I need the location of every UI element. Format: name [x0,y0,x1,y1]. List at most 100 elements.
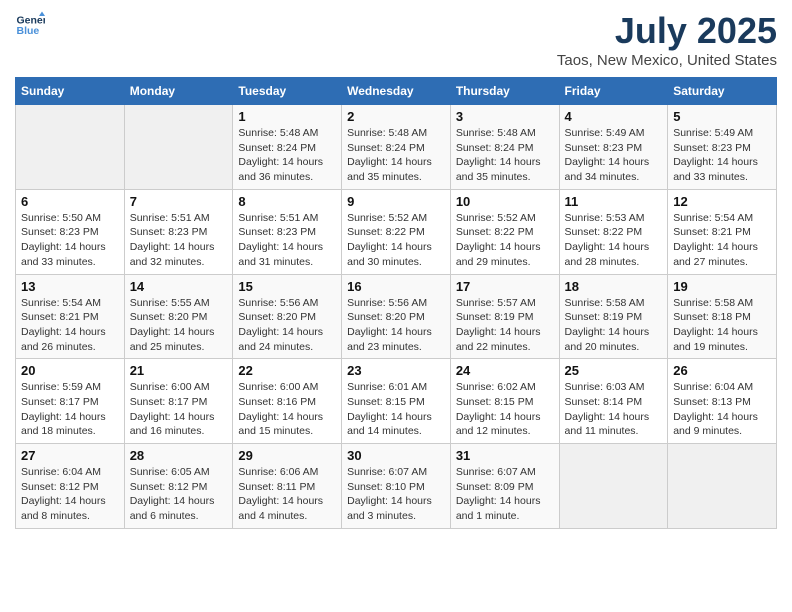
calendar-cell: 13Sunrise: 5:54 AMSunset: 8:21 PMDayligh… [16,274,125,359]
header-friday: Friday [559,78,668,105]
title-block: July 2025 Taos, New Mexico, United State… [557,10,777,69]
calendar-cell: 16 Sunrise: 5:56 AMSunset: 8:20 PMDayligh… [342,274,451,359]
day-info: Sunrise: 6:06 AMSunset: 8:11 PMDaylight:… [238,465,336,524]
day-number: 3 [456,109,554,124]
calendar-cell: 15 Sunrise: 5:56 AMSunset: 8:20 PMDayligh… [233,274,342,359]
calendar-week-2: 6 Sunrise: 5:50 AMSunset: 8:23 PMDaylight… [16,189,777,274]
calendar-cell: 1Sunrise: 5:48 AMSunset: 8:24 PMDaylight… [233,105,342,190]
calendar-cell: 4 Sunrise: 5:49 AMSunset: 8:23 PMDaylight… [559,105,668,190]
header-monday: Monday [124,78,233,105]
day-number: 6 [21,194,119,209]
day-info: Sunrise: 5:48 AMSunset: 8:24 PMDaylight:… [347,126,445,185]
day-info: Sunrise: 6:04 AMSunset: 8:13 PMDaylight:… [673,380,771,439]
day-number: 8 [238,194,336,209]
day-info: Sunrise: 5:53 AMSunset: 8:22 PMDaylight:… [565,211,663,270]
day-info: Sunrise: 5:54 AMSunset: 8:21 PMDaylight:… [21,296,119,355]
calendar-cell: 21 Sunrise: 6:00 AMSunset: 8:17 PMDayligh… [124,359,233,444]
day-info: Sunrise: 6:03 AMSunset: 8:14 PMDaylight:… [565,380,663,439]
calendar-cell: 19 Sunrise: 5:58 AMSunset: 8:18 PMDayligh… [668,274,777,359]
day-number: 19 [673,279,771,294]
day-info: Sunrise: 5:54 AMSunset: 8:21 PMDaylight:… [673,211,771,270]
calendar-cell: 12 Sunrise: 5:54 AMSunset: 8:21 PMDayligh… [668,189,777,274]
day-number: 4 [565,109,663,124]
day-number: 2 [347,109,445,124]
day-info: Sunrise: 5:49 AMSunset: 8:23 PMDaylight:… [673,126,771,185]
header-thursday: Thursday [450,78,559,105]
day-info: Sunrise: 6:00 AMSunset: 8:17 PMDaylight:… [130,380,228,439]
day-number: 9 [347,194,445,209]
calendar-cell: 29 Sunrise: 6:06 AMSunset: 8:11 PMDayligh… [233,444,342,529]
day-number: 15 [238,279,336,294]
day-number: 20 [21,363,119,378]
day-number: 29 [238,448,336,463]
day-info: Sunrise: 6:02 AMSunset: 8:15 PMDaylight:… [456,380,554,439]
calendar-cell: 23Sunrise: 6:01 AMSunset: 8:15 PMDayligh… [342,359,451,444]
day-number: 21 [130,363,228,378]
subtitle: Taos, New Mexico, United States [557,52,777,69]
day-info: Sunrise: 6:00 AMSunset: 8:16 PMDaylight:… [238,380,336,439]
calendar-cell: 10Sunrise: 5:52 AMSunset: 8:22 PMDayligh… [450,189,559,274]
day-number: 24 [456,363,554,378]
day-info: Sunrise: 6:05 AMSunset: 8:12 PMDaylight:… [130,465,228,524]
day-number: 7 [130,194,228,209]
day-number: 10 [456,194,554,209]
calendar-cell: 9 Sunrise: 5:52 AMSunset: 8:22 PMDaylight… [342,189,451,274]
day-info: Sunrise: 5:58 AMSunset: 8:18 PMDaylight:… [673,296,771,355]
calendar-cell: 18Sunrise: 5:58 AMSunset: 8:19 PMDayligh… [559,274,668,359]
day-number: 17 [456,279,554,294]
calendar-cell: 2 Sunrise: 5:48 AMSunset: 8:24 PMDaylight… [342,105,451,190]
calendar-cell: 26 Sunrise: 6:04 AMSunset: 8:13 PMDayligh… [668,359,777,444]
day-number: 28 [130,448,228,463]
day-info: Sunrise: 5:48 AMSunset: 8:24 PMDaylight:… [456,126,554,185]
day-info: Sunrise: 5:50 AMSunset: 8:23 PMDaylight:… [21,211,119,270]
day-info: Sunrise: 5:59 AMSunset: 8:17 PMDaylight:… [21,380,119,439]
calendar-cell: 28 Sunrise: 6:05 AMSunset: 8:12 PMDayligh… [124,444,233,529]
calendar-cell: 17 Sunrise: 5:57 AMSunset: 8:19 PMDayligh… [450,274,559,359]
day-info: Sunrise: 5:49 AMSunset: 8:23 PMDaylight:… [565,126,663,185]
day-info: Sunrise: 5:51 AMSunset: 8:23 PMDaylight:… [130,211,228,270]
calendar-cell: 30Sunrise: 6:07 AMSunset: 8:10 PMDayligh… [342,444,451,529]
calendar-table: SundayMondayTuesdayWednesdayThursdayFrid… [15,77,777,529]
day-number: 25 [565,363,663,378]
logo: General Blue [15,10,45,40]
calendar-cell: 24 Sunrise: 6:02 AMSunset: 8:15 PMDayligh… [450,359,559,444]
calendar-week-3: 13Sunrise: 5:54 AMSunset: 8:21 PMDayligh… [16,274,777,359]
header-sunday: Sunday [16,78,125,105]
calendar-week-5: 27Sunrise: 6:04 AMSunset: 8:12 PMDayligh… [16,444,777,529]
logo-icon: General Blue [15,10,45,40]
calendar-cell [559,444,668,529]
day-number: 27 [21,448,119,463]
day-info: Sunrise: 5:56 AMSunset: 8:20 PMDaylight:… [238,296,336,355]
header-wednesday: Wednesday [342,78,451,105]
calendar-cell: 31 Sunrise: 6:07 AMSunset: 8:09 PMDayligh… [450,444,559,529]
day-number: 26 [673,363,771,378]
day-number: 16 [347,279,445,294]
calendar-body: 1Sunrise: 5:48 AMSunset: 8:24 PMDaylight… [16,105,777,529]
calendar-cell: 5 Sunrise: 5:49 AMSunset: 8:23 PMDaylight… [668,105,777,190]
day-info: Sunrise: 6:07 AMSunset: 8:10 PMDaylight:… [347,465,445,524]
calendar-cell: 20 Sunrise: 5:59 AMSunset: 8:17 PMDayligh… [16,359,125,444]
calendar-cell: 22 Sunrise: 6:00 AMSunset: 8:16 PMDayligh… [233,359,342,444]
day-info: Sunrise: 5:51 AMSunset: 8:23 PMDaylight:… [238,211,336,270]
calendar-cell [124,105,233,190]
day-info: Sunrise: 5:56 AMSunset: 8:20 PMDaylight:… [347,296,445,355]
day-number: 23 [347,363,445,378]
main-title: July 2025 [557,10,777,52]
page-header: General Blue July 2025 Taos, New Mexico,… [15,10,777,69]
calendar-header-row: SundayMondayTuesdayWednesdayThursdayFrid… [16,78,777,105]
calendar-cell: 7 Sunrise: 5:51 AMSunset: 8:23 PMDaylight… [124,189,233,274]
day-info: Sunrise: 5:55 AMSunset: 8:20 PMDaylight:… [130,296,228,355]
day-info: Sunrise: 6:07 AMSunset: 8:09 PMDaylight:… [456,465,554,524]
day-number: 11 [565,194,663,209]
day-number: 22 [238,363,336,378]
calendar-cell: 11 Sunrise: 5:53 AMSunset: 8:22 PMDayligh… [559,189,668,274]
day-number: 5 [673,109,771,124]
day-info: Sunrise: 5:57 AMSunset: 8:19 PMDaylight:… [456,296,554,355]
day-number: 12 [673,194,771,209]
day-info: Sunrise: 5:52 AMSunset: 8:22 PMDaylight:… [347,211,445,270]
calendar-week-4: 20 Sunrise: 5:59 AMSunset: 8:17 PMDayligh… [16,359,777,444]
day-info: Sunrise: 5:48 AMSunset: 8:24 PMDaylight:… [238,126,336,185]
day-number: 18 [565,279,663,294]
day-number: 31 [456,448,554,463]
calendar-week-1: 1Sunrise: 5:48 AMSunset: 8:24 PMDaylight… [16,105,777,190]
